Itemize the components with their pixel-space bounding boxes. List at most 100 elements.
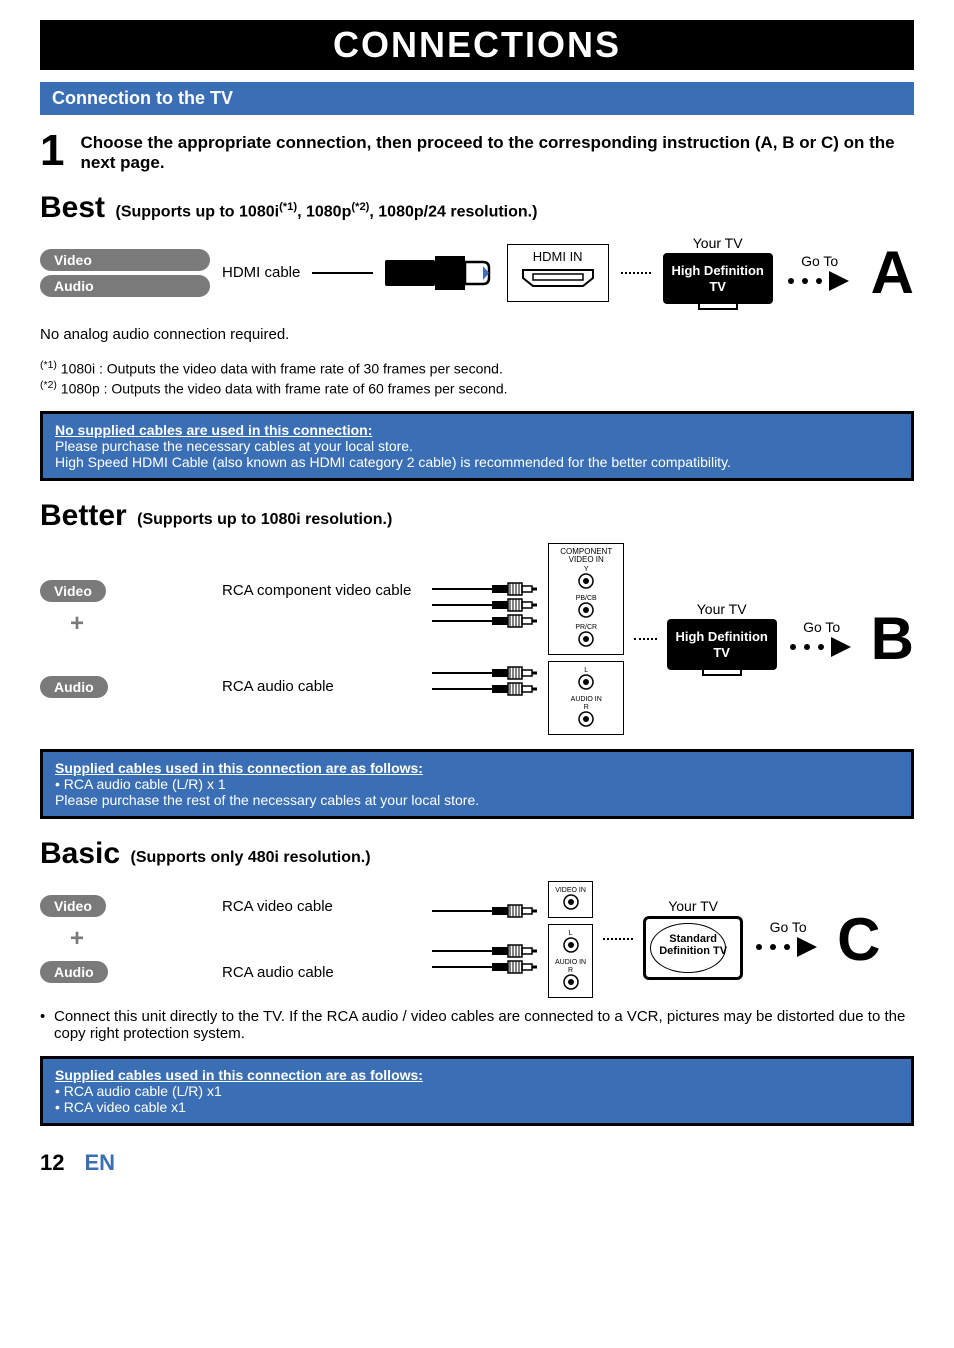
plus-icon: +	[70, 610, 422, 638]
basic-desc: (Supports only 480i resolution.)	[131, 849, 371, 871]
audio-in-label: AUDIO IN	[555, 959, 586, 966]
rca-plug-icon	[492, 598, 538, 612]
letter-c: C	[837, 905, 880, 974]
section-header: Connection to the TV	[40, 82, 914, 115]
hdmi-plug-icon	[385, 252, 495, 294]
better-desc: (Supports up to 1080i resolution.)	[137, 511, 392, 533]
info-title: No supplied cables are used in this conn…	[55, 422, 899, 438]
basic-goto: Go To	[753, 919, 823, 959]
tv-stand-icon	[702, 670, 742, 676]
audio-in-port: L AUDIO IN R	[548, 924, 593, 998]
audio-l-label: L	[555, 930, 586, 937]
hdmi-in-label: HDMI IN	[518, 249, 598, 264]
dotted-connector	[603, 938, 633, 940]
page-number: 12	[40, 1150, 64, 1176]
best-desc: (Supports up to 1080i(*1), 1080p(*2), 10…	[115, 201, 537, 225]
component-header: COMPONENT VIDEO IN	[555, 548, 617, 564]
basic-bullet-note: Connect this unit directly to the TV. If…	[40, 1008, 914, 1042]
rca-jack-icon	[563, 937, 579, 953]
page-footer: 12 EN	[40, 1144, 914, 1176]
better-tv: Your TV High Definition TV	[667, 601, 777, 676]
sdtv-icon: Standard Definition TV	[643, 916, 743, 980]
tv-stand-icon	[698, 304, 738, 310]
video-in-label: VIDEO IN	[555, 887, 586, 894]
port-y-label: Y	[555, 566, 617, 573]
info-line: • RCA video cable x1	[55, 1099, 186, 1115]
arrow-icon	[787, 635, 857, 659]
audio-pill: Audio	[40, 676, 108, 698]
hdtv-icon: High Definition TV	[667, 619, 777, 670]
dotted-connector	[621, 272, 651, 274]
footnote-1: (*1) 1080i : Outputs the video data with…	[40, 359, 914, 377]
better-header: Better (Supports up to 1080i resolution.…	[40, 499, 914, 533]
rca-plug-icon	[492, 614, 538, 628]
info-line: Please purchase the necessary cables at …	[55, 438, 413, 454]
better-goto: Go To	[787, 619, 857, 659]
audio-r-label: R	[555, 967, 586, 974]
video-pill: Video	[40, 249, 210, 271]
rca-video-label: RCA video cable	[222, 898, 422, 915]
plus-icon: +	[70, 925, 422, 953]
rca-plug-icon	[492, 960, 538, 974]
step-row: 1 Choose the appropriate connection, the…	[40, 129, 914, 173]
page-root: CONNECTIONS Connection to the TV 1 Choos…	[0, 0, 954, 1186]
dotted-connector	[634, 638, 656, 640]
basic-tv: Your TV Standard Definition TV	[643, 898, 743, 980]
arrow-icon	[785, 269, 855, 293]
sdtv-text: Standard Definition TV	[646, 933, 740, 957]
better-diagram: Video RCA component video cable + Audio …	[40, 543, 914, 735]
footnote-2: (*2) 1080p : Outputs the video data with…	[40, 379, 914, 397]
rca-audio-label: RCA audio cable	[222, 964, 422, 981]
video-in-port: VIDEO IN	[548, 881, 593, 918]
info-title: Supplied cables used in this connection …	[55, 760, 899, 776]
rca-jack-icon	[563, 894, 579, 910]
your-tv-label: Your TV	[667, 601, 777, 617]
video-pill: Video	[40, 895, 106, 917]
title-bar: CONNECTIONS	[40, 20, 914, 70]
rca-plug-icon	[492, 582, 538, 596]
rca-jack-icon	[578, 573, 594, 589]
best-info-block: No supplied cables are used in this conn…	[40, 411, 914, 481]
better-info-block: Supplied cables used in this connection …	[40, 749, 914, 819]
info-title: Supplied cables used in this connection …	[55, 1067, 899, 1083]
rca-plug-icon	[492, 904, 538, 918]
step-number: 1	[40, 129, 64, 173]
your-tv-label: Your TV	[643, 898, 743, 914]
cable-line	[312, 272, 372, 274]
hdtv-icon: High Definition TV	[663, 253, 773, 304]
rca-audio-label: RCA audio cable	[222, 678, 422, 695]
audio-in-port: L AUDIO IN R	[548, 661, 624, 735]
best-pills: Video Audio	[40, 249, 210, 297]
audio-r-label: R	[555, 704, 617, 711]
step-text: Choose the appropriate connection, then …	[80, 129, 914, 173]
better-name: Better	[40, 499, 127, 533]
rca-jack-icon	[578, 674, 594, 690]
best-diagram: Video Audio HDMI cable HDMI IN Your TV H…	[40, 235, 914, 310]
arrow-icon	[753, 935, 823, 959]
rca-jack-icon	[578, 602, 594, 618]
rca-plug-icon	[492, 666, 538, 680]
rca-jack-icon	[578, 711, 594, 727]
component-cable-label: RCA component video cable	[222, 582, 422, 599]
basic-name: Basic	[40, 837, 120, 871]
info-line: High Speed HDMI Cable (also known as HDM…	[55, 454, 731, 470]
port-pr-label: PR/CR	[555, 624, 617, 631]
basic-info-block: Supplied cables used in this connection …	[40, 1056, 914, 1126]
hdmi-cable-label: HDMI cable	[222, 264, 300, 281]
info-line: • RCA audio cable (L/R) x1	[55, 1083, 222, 1099]
letter-a: A	[871, 238, 914, 307]
audio-pill: Audio	[40, 275, 210, 297]
your-tv-label: Your TV	[663, 235, 773, 251]
page-language: EN	[84, 1150, 115, 1176]
best-header: Best (Supports up to 1080i(*1), 1080p(*2…	[40, 191, 914, 225]
port-pb-label: PB/CB	[555, 595, 617, 602]
basic-diagram: Video RCA video cable + Audio RCA audio …	[40, 881, 914, 998]
basic-header: Basic (Supports only 480i resolution.)	[40, 837, 914, 871]
hdmi-in-port: HDMI IN	[507, 244, 609, 302]
rca-plug-icon	[492, 682, 538, 696]
component-in-port: COMPONENT VIDEO IN Y PB/CB PR/CR	[548, 543, 624, 655]
info-line: • RCA audio cable (L/R) x 1	[55, 776, 226, 792]
hdmi-port-icon	[518, 266, 598, 290]
goto-label: Go To	[785, 253, 855, 269]
best-goto: Go To	[785, 253, 855, 293]
